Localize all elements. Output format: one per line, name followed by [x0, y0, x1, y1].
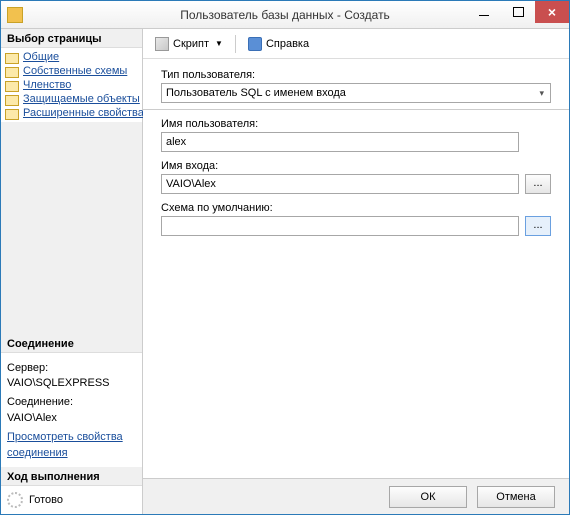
window: Пользователь базы данных - Создать × Выб…	[0, 0, 570, 515]
username-label: Имя пользователя:	[161, 118, 551, 130]
connection-header: Соединение	[1, 334, 142, 353]
page-item-securables[interactable]: Защищаемые объекты	[1, 92, 142, 106]
page-link[interactable]: Защищаемые объекты	[23, 93, 140, 105]
pages-header: Выбор страницы	[1, 29, 142, 48]
toolbar-separator	[235, 35, 236, 53]
form: Тип пользователя: Пользователь SQL с име…	[143, 59, 569, 478]
toolbar: Скрипт ▼ Справка	[143, 29, 569, 59]
schema-label: Схема по умолчанию:	[161, 202, 551, 214]
conn-label: Соединение:	[7, 395, 136, 410]
sidebar: Выбор страницы Общие Собственные схемы Ч…	[1, 29, 143, 514]
user-type-label: Тип пользователя:	[161, 69, 551, 81]
login-label: Имя входа:	[161, 160, 551, 172]
body: Выбор страницы Общие Собственные схемы Ч…	[1, 29, 569, 514]
page-item-membership[interactable]: Членство	[1, 78, 142, 92]
page-item-owned-schemas[interactable]: Собственные схемы	[1, 64, 142, 78]
chevron-down-icon: ▾	[539, 88, 546, 99]
main: Скрипт ▼ Справка Тип пользователя: Польз…	[143, 29, 569, 514]
page-link[interactable]: Общие	[23, 51, 59, 63]
titlebar: Пользователь базы данных - Создать ×	[1, 1, 569, 29]
schema-browse-button[interactable]: ...	[525, 216, 551, 236]
window-buttons: ×	[467, 1, 569, 23]
help-button[interactable]: Справка	[244, 35, 313, 53]
page-icon	[5, 107, 19, 119]
script-button[interactable]: Скрипт ▼	[151, 35, 227, 53]
page-icon	[5, 79, 19, 91]
script-icon	[155, 37, 169, 51]
page-icon	[5, 93, 19, 105]
schema-row: ...	[161, 216, 551, 236]
cancel-button[interactable]: Отмена	[477, 486, 555, 508]
schema-input[interactable]	[161, 216, 519, 236]
help-icon	[248, 37, 262, 51]
page-link[interactable]: Собственные схемы	[23, 65, 127, 77]
close-button[interactable]: ×	[535, 1, 569, 23]
footer: ОК Отмена	[143, 478, 569, 514]
user-type-combo[interactable]: Пользователь SQL с именем входа ▾	[161, 83, 551, 103]
page-link[interactable]: Членство	[23, 79, 71, 91]
login-input[interactable]	[161, 174, 519, 194]
conn-value: VAIO\Alex	[7, 411, 136, 426]
separator	[143, 109, 569, 110]
sidebar-spacer	[1, 122, 142, 334]
login-row: ...	[161, 174, 551, 194]
page-item-extended-props[interactable]: Расширенные свойства	[1, 106, 142, 120]
pages-list: Общие Собственные схемы Членство Защищае…	[1, 48, 142, 122]
page-icon	[5, 65, 19, 77]
progress-panel: Готово	[1, 486, 142, 514]
chevron-down-icon: ▼	[215, 39, 223, 48]
maximize-button[interactable]	[501, 1, 535, 23]
user-type-value: Пользователь SQL с именем входа	[166, 87, 346, 99]
page-link[interactable]: Расширенные свойства	[23, 107, 144, 119]
script-label: Скрипт	[173, 38, 209, 50]
progress-header: Ход выполнения	[1, 467, 142, 486]
progress-spinner-icon	[7, 492, 23, 508]
ok-button[interactable]: ОК	[389, 486, 467, 508]
server-value: VAIO\SQLEXPRESS	[7, 376, 136, 391]
progress-status: Готово	[29, 494, 63, 506]
page-icon	[5, 51, 19, 63]
login-browse-button[interactable]: ...	[525, 174, 551, 194]
username-input[interactable]	[161, 132, 519, 152]
help-label: Справка	[266, 38, 309, 50]
server-label: Сервер:	[7, 361, 136, 376]
connection-panel: Сервер: VAIO\SQLEXPRESS Соединение: VAIO…	[1, 353, 142, 467]
minimize-button[interactable]	[467, 1, 501, 23]
page-item-general[interactable]: Общие	[1, 50, 142, 64]
username-row: ...	[161, 132, 551, 152]
view-connection-link[interactable]: Просмотреть свойства соединения	[7, 430, 136, 461]
